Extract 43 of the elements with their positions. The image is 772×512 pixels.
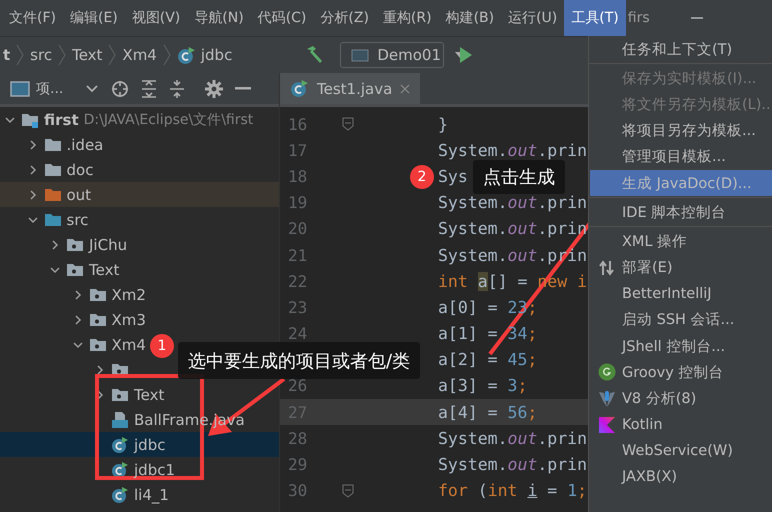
code-line: } — [438, 114, 448, 134]
tree-item-label: doc — [66, 160, 94, 178]
tree-item-label: Xm3 — [112, 310, 146, 328]
line-number: 30 — [287, 481, 308, 500]
tree-item-label: src — [66, 210, 88, 228]
window-title: firs — [628, 10, 650, 26]
tree-item-label: li4_1 — [134, 486, 169, 504]
code-line: Sys — [438, 166, 468, 186]
tree-item-label: jdbc1 — [134, 460, 176, 478]
line-number: 21 — [287, 246, 308, 265]
line-number: 29 — [287, 455, 308, 474]
tree-item-label: Text — [89, 260, 120, 278]
code-line: a[1] = 34; — [438, 324, 538, 344]
step-number: 1 — [150, 334, 174, 358]
line-number: 26 — [287, 376, 308, 396]
line-number: 19 — [287, 193, 308, 212]
tree-item-label: .idea — [66, 136, 104, 154]
tree-item-label: jdbc — [134, 436, 166, 454]
code-line: System.out.prin — [438, 140, 588, 160]
tree-item-label: Text — [134, 386, 164, 404]
tree-item-label: first — [44, 110, 79, 128]
tree-item-label: Xm4 — [112, 336, 146, 354]
code-line: for (int i = 1; — [438, 481, 588, 500]
code-line: System.out.prin — [438, 428, 588, 448]
line-number: 17 — [287, 140, 308, 160]
code-line: a[3] = 3; — [438, 376, 528, 396]
tree-item-label: JiChu — [89, 236, 128, 254]
line-number: 20 — [287, 219, 308, 238]
code-line: a[2] = 45; — [438, 350, 538, 370]
line-number: 23 — [287, 298, 308, 317]
line-number: 18 — [287, 166, 308, 186]
line-number: 24 — [287, 324, 308, 344]
annotation-tooltip: 点击生成 — [473, 160, 565, 194]
line-number: 28 — [287, 428, 308, 448]
line-number: 22 — [287, 272, 308, 291]
code-line: System.out.prin — [438, 193, 588, 212]
annotation-tooltip: 选中要生成的项目或者包/类 — [178, 342, 420, 379]
project-path: D:\JAVA\Eclipse\文件\first — [84, 110, 254, 128]
code-line: a[4] = 56; — [438, 402, 538, 422]
code-line: System.out.prin — [438, 455, 588, 474]
tree-item-label: Xm2 — [112, 286, 146, 304]
line-number: 16 — [287, 114, 308, 134]
tree-item-label: out — [66, 186, 92, 204]
